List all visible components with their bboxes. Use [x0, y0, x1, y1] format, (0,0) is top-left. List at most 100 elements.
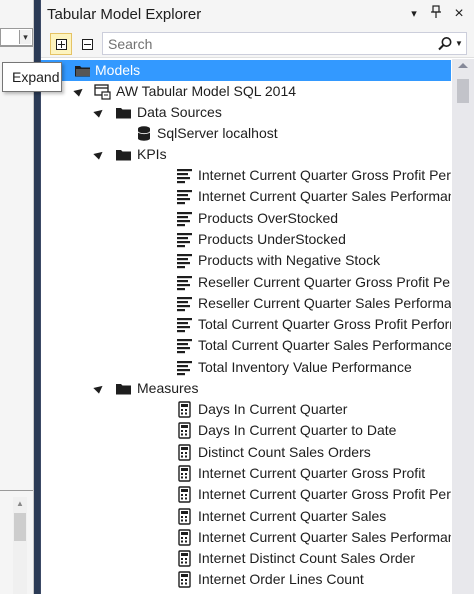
search-options-dropdown-icon[interactable]: ▼ [455, 36, 463, 52]
measure-calculator-icon [178, 443, 191, 461]
kpi-icon [177, 169, 192, 184]
tree-node-label: Total Current Quarter Sales Performance [198, 337, 451, 354]
folder-icon [75, 66, 90, 77]
expanded-arrow-icon[interactable] [73, 85, 85, 97]
adjacent-scrollbar[interactable]: ▲ [13, 497, 27, 594]
tree-node-kpi[interactable]: Internet Current Quarter Sales Performan… [41, 186, 451, 207]
kpi-icon [177, 232, 192, 248]
panel-title: Tabular Model Explorer [47, 6, 202, 23]
tree-node-label: Days In Current Quarter to Date [198, 422, 397, 439]
tree-node-kpi[interactable]: Products with Negative Stock [41, 250, 451, 271]
tree-node-label: Internet Current Quarter Sales Performan… [198, 528, 451, 545]
scroll-thumb[interactable] [457, 79, 469, 103]
adjacent-combo-box[interactable]: ▾ [0, 28, 33, 46]
folder-icon [116, 150, 131, 161]
tree-node-label: Days In Current Quarter [198, 401, 348, 417]
folder-icon [116, 108, 131, 119]
tree-node-kpi[interactable]: Reseller Current Quarter Sales Performan… [41, 293, 451, 314]
tree-node-label: AW Tabular Model SQL 2014 [116, 83, 297, 99]
chevron-down-icon[interactable]: ▾ [19, 30, 31, 44]
tree-node-kpi[interactable]: Total Current Quarter Gross Profit Perfo… [41, 314, 451, 335]
kpi-icon [177, 360, 192, 375]
tree-node-label: Internet Current Quarter Gross Profit Pe… [198, 167, 451, 183]
tree-node-data-source[interactable]: SqlServer localhost [41, 123, 451, 144]
tree-node-kpi[interactable]: Products UnderStocked [41, 229, 451, 250]
tree-node-kpis[interactable]: KPIs [41, 144, 451, 165]
tree-node-kpi[interactable]: Total Inventory Value Performance [41, 357, 451, 378]
divider [0, 490, 33, 491]
tree-node-measures[interactable]: Measures [41, 378, 451, 399]
scroll-up-icon[interactable]: ▲ [16, 499, 24, 508]
expanded-arrow-icon[interactable] [93, 148, 105, 160]
tree-node-measure[interactable]: Internet Current Quarter Gross Profit [41, 463, 451, 484]
tree-node-label: Distinct Count Sales Orders [198, 443, 371, 460]
scroll-thumb[interactable] [14, 513, 26, 541]
expanded-arrow-icon[interactable] [93, 382, 105, 394]
tree-node-measure[interactable]: Days In Current Quarter to Date [41, 420, 451, 441]
measure-calculator-icon [178, 507, 191, 525]
tree-node-label: Products with Negative Stock [198, 252, 381, 269]
kpi-icon [177, 254, 192, 269]
expand-all-icon [55, 38, 67, 50]
tree-node-label: Data Sources [137, 104, 222, 120]
tree-node-label: SqlServer localhost [157, 125, 278, 141]
tree-node-label: Reseller Current Quarter Gross Profit Pe… [198, 273, 451, 290]
explorer-toolbar: ▼ [41, 30, 474, 58]
search-input[interactable] [103, 33, 423, 54]
tree-node-measure[interactable]: Internet Current Quarter Sales [41, 506, 451, 527]
kpi-icon [177, 339, 192, 354]
tree-node-model[interactable]: AW Tabular Model SQL 2014 [41, 81, 451, 102]
measure-calculator-icon [178, 422, 191, 439]
kpi-icon [177, 318, 192, 333]
measure-calculator-icon [178, 465, 191, 482]
tree-node-label: KPIs [137, 146, 167, 162]
kpi-icon [177, 190, 192, 205]
tree-node-data-sources[interactable]: Data Sources [41, 102, 451, 123]
tree-node-kpi[interactable]: Total Current Quarter Sales Performance [41, 335, 451, 356]
tree-node-label: Total Current Quarter Gross Profit Perfo… [198, 316, 451, 333]
tree-node-measure[interactable]: Internet Current Quarter Gross Profit Pe… [41, 484, 451, 505]
tree-node-label: Reseller Current Quarter Sales Performan… [198, 294, 451, 311]
tree-node-label: Internet Current Quarter Sales [198, 507, 387, 524]
kpi-icon [177, 296, 192, 311]
tree-node-label: Products UnderStocked [198, 230, 346, 247]
tabular-model-explorer-panel: Tabular Model Explorer ▾ × ▼ Models [40, 0, 474, 594]
measure-calculator-icon [178, 550, 191, 567]
tree-node-measure[interactable]: Internet Distinct Count Sales Order [41, 548, 451, 569]
tree-node-label: Measures [137, 380, 199, 396]
tree-node-label: Internet Current Quarter Gross Profit Pe… [198, 486, 451, 503]
tree-node-label: Internet Current Quarter Sales Performan… [198, 188, 451, 205]
tree-node-label: Internet Current Quarter Gross Profit [198, 464, 426, 481]
tree-node-models[interactable]: Models [41, 60, 451, 81]
search-icon[interactable] [437, 36, 453, 52]
tree-node-kpi[interactable]: Reseller Current Quarter Gross Profit Pe… [41, 272, 451, 293]
model-tree: Models AW Tabular Model SQL 2014 Data So… [41, 59, 451, 594]
folder-icon [116, 384, 131, 395]
measure-calculator-icon [178, 401, 191, 418]
measure-calculator-icon [178, 529, 191, 546]
search-box[interactable]: ▼ [102, 32, 467, 55]
tree-node-measure[interactable]: Internet Order Lines Count [41, 569, 451, 590]
expand-all-button[interactable] [50, 33, 72, 55]
tree-node-kpi[interactable]: Products OverStocked [41, 208, 451, 229]
tree-node-kpi[interactable]: Internet Current Quarter Gross Profit Pe… [41, 165, 451, 186]
collapse-all-button[interactable] [76, 33, 98, 55]
tree-node-measure[interactable]: Days In Current Quarter [41, 399, 451, 420]
model-icon [94, 84, 111, 100]
tree-node-measure[interactable]: Distinct Count Sales Orders [41, 442, 451, 463]
panel-title-bar: Tabular Model Explorer ▾ × [41, 0, 474, 30]
measure-calculator-icon [178, 571, 191, 589]
tree-node-label: Products OverStocked [198, 209, 339, 226]
kpi-icon [177, 275, 192, 290]
kpi-icon [177, 211, 192, 226]
expanded-arrow-icon[interactable] [93, 106, 105, 118]
tree-node-label: Internet Distinct Count Sales Order [198, 550, 416, 567]
pin-icon[interactable] [427, 5, 445, 23]
tree-node-measure[interactable]: Internet Current Quarter Sales Performan… [41, 527, 451, 548]
tree-node-label: Models [95, 62, 141, 78]
scroll-up-icon[interactable] [458, 63, 468, 68]
tree-vertical-scrollbar[interactable] [452, 59, 474, 594]
tree-node-label: Internet Order Lines Count [198, 571, 364, 588]
close-icon[interactable]: × [450, 5, 468, 23]
window-position-dropdown-icon[interactable]: ▾ [405, 5, 423, 23]
